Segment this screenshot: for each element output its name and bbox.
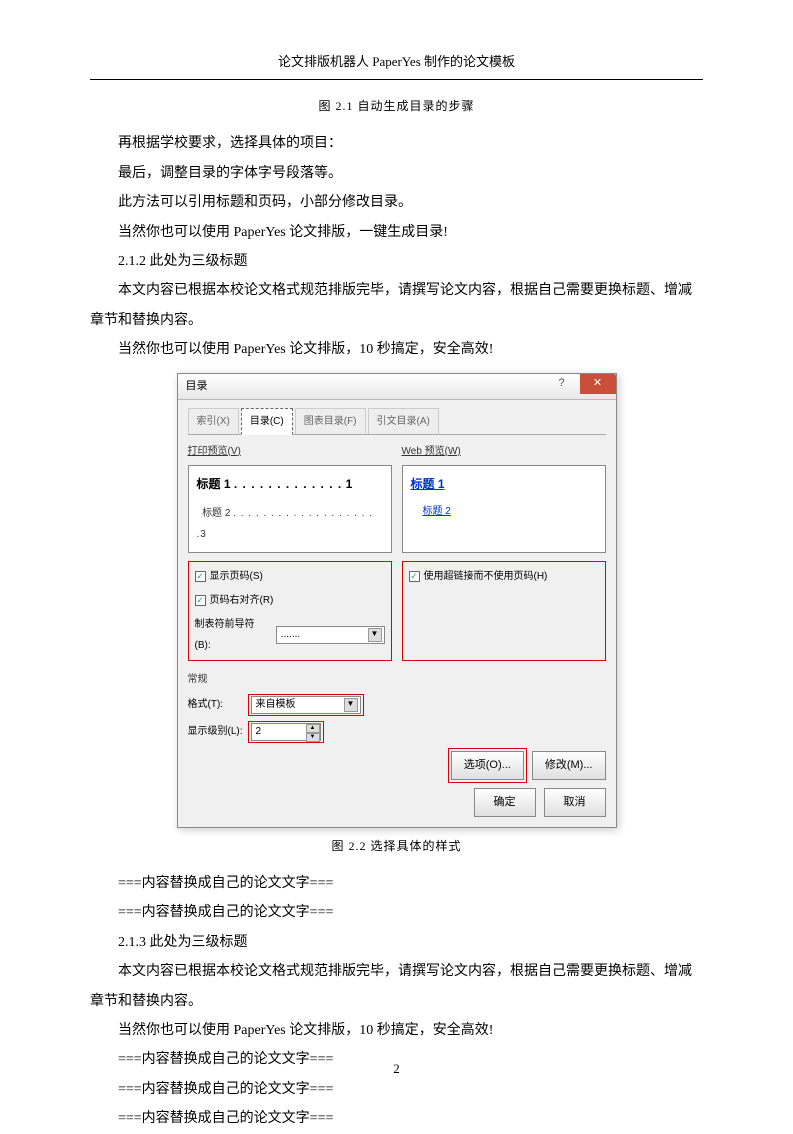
toc-dialog: 目录 ? ✕ 索引(X) 目录(C) 图表目录(F) 引文目录(A) 打印预览(… xyxy=(177,373,617,828)
levels-spinner[interactable]: 2 ▲ ▼ xyxy=(251,723,321,741)
ok-cancel-row: 确定 取消 xyxy=(188,788,606,817)
dialog-screenshot: 目录 ? ✕ 索引(X) 目录(C) 图表目录(F) 引文目录(A) 打印预览(… xyxy=(90,373,703,828)
general-section-label: 常规 xyxy=(188,669,606,690)
checkbox-hyperlink[interactable]: ✓ xyxy=(409,571,420,582)
preview-h2: 标题 2 xyxy=(202,508,230,519)
dialog-body: 索引(X) 目录(C) 图表目录(F) 引文目录(A) 打印预览(V) 标题 1… xyxy=(178,400,616,827)
placeholder-text: ===内容替换成自己的论文文字=== xyxy=(90,898,703,927)
placeholder-text: ===内容替换成自己的论文文字=== xyxy=(90,1104,703,1133)
paragraph: 此方法可以引用标题和页码，小部分修改目录。 xyxy=(90,188,703,217)
hyperlink-label: 使用超链接而不使用页码(H) xyxy=(424,566,548,587)
dialog-title: 目录 xyxy=(186,375,208,398)
checkbox-right-align[interactable]: ✓ xyxy=(195,595,206,606)
tab-citations[interactable]: 引文目录(A) xyxy=(368,408,439,434)
spin-up-icon[interactable]: ▲ xyxy=(306,724,320,733)
levels-label: 显示级别(L): xyxy=(188,721,248,742)
paragraph: 当然你也可以使用 PaperYes 论文排版，一键生成目录! xyxy=(90,218,703,247)
heading-2-1-3: 2.1.3 此处为三级标题 xyxy=(90,928,703,957)
web-h2-link[interactable]: 标题 2 xyxy=(423,501,597,522)
leader-row: 制表符前导符(B): ....... ▼ xyxy=(195,614,385,656)
leader-value: ....... xyxy=(281,624,300,645)
tab-figures[interactable]: 图表目录(F) xyxy=(295,408,366,434)
tabs: 索引(X) 目录(C) 图表目录(F) 引文目录(A) xyxy=(188,408,606,435)
paragraph: 最后，调整目录的字体字号段落等。 xyxy=(90,159,703,188)
checkbox-show-page[interactable]: ✓ xyxy=(195,571,206,582)
spinner-buttons: ▲ ▼ xyxy=(306,724,320,740)
page-header: 论文排版机器人 PaperYes 制作的论文模板 xyxy=(90,48,703,80)
checkbox-section: ✓ 显示页码(S) ✓ 页码右对齐(R) 制表符前导符(B): ....... … xyxy=(188,561,606,661)
placeholder-text: ===内容替换成自己的论文文字=== xyxy=(90,869,703,898)
page-number: 2 xyxy=(0,1055,793,1082)
paragraph: 当然你也可以使用 PaperYes 论文排版，10 秒搞定，安全高效! xyxy=(90,335,703,364)
hyperlink-row: ✓ 使用超链接而不使用页码(H) xyxy=(409,566,599,587)
close-icon[interactable]: ✕ xyxy=(580,374,616,394)
show-page-label: 显示页码(S) xyxy=(210,566,263,587)
web-preview-box: 标题 1 标题 2 xyxy=(402,465,606,553)
format-row: 格式(T): 来自模板 ▼ xyxy=(188,694,606,716)
options-button[interactable]: 选项(O)... xyxy=(451,751,524,780)
right-options-box: ✓ 使用超链接而不使用页码(H) xyxy=(402,561,606,661)
preview-row: 打印预览(V) 标题 1 . . . . . . . . . . . . . 1… xyxy=(188,441,606,553)
help-icon[interactable]: ? xyxy=(544,374,580,394)
web-preview-label: Web 预览(W) xyxy=(402,441,606,462)
figure-2-2-caption: 图 2.2 选择具体的样式 xyxy=(90,834,703,859)
format-dropdown[interactable]: 来自模板 ▼ xyxy=(251,696,361,714)
spin-down-icon[interactable]: ▼ xyxy=(306,733,320,742)
tab-toc[interactable]: 目录(C) xyxy=(241,408,293,435)
preview-h1-page: 1 xyxy=(346,477,353,491)
levels-row: 显示级别(L): 2 ▲ ▼ xyxy=(188,721,606,743)
right-align-label: 页码右对齐(R) xyxy=(210,590,274,611)
leader-dropdown[interactable]: ....... ▼ xyxy=(276,626,385,644)
web-preview-col: Web 预览(W) 标题 1 标题 2 xyxy=(402,441,606,553)
print-preview-box: 标题 1 . . . . . . . . . . . . . 1 标题 2 . … xyxy=(188,465,392,553)
paragraph: 本文内容已根据本校论文格式规范排版完毕，请撰写论文内容，根据自己需要更换标题、增… xyxy=(90,957,703,1016)
tab-index[interactable]: 索引(X) xyxy=(188,408,239,434)
chevron-down-icon: ▼ xyxy=(368,628,382,642)
window-buttons: ? ✕ xyxy=(544,374,616,399)
dialog-titlebar: 目录 ? ✕ xyxy=(178,374,616,400)
leader-label: 制表符前导符(B): xyxy=(195,614,270,656)
levels-value: 2 xyxy=(256,721,262,742)
left-options-box: ✓ 显示页码(S) ✓ 页码右对齐(R) 制表符前导符(B): ....... … xyxy=(188,561,392,661)
print-preview-label: 打印预览(V) xyxy=(188,441,392,462)
preview-h2-page: 3 xyxy=(200,529,206,540)
print-preview-col: 打印预览(V) 标题 1 . . . . . . . . . . . . . 1… xyxy=(188,441,392,553)
format-value: 来自模板 xyxy=(256,694,296,715)
paragraph: 当然你也可以使用 PaperYes 论文排版，10 秒搞定，安全高效! xyxy=(90,1016,703,1045)
modify-button[interactable]: 修改(M)... xyxy=(532,751,606,780)
show-page-number-row: ✓ 显示页码(S) xyxy=(195,566,385,587)
ok-button[interactable]: 确定 xyxy=(474,788,536,817)
preview-h1: 标题 1 xyxy=(197,477,231,491)
cancel-button[interactable]: 取消 xyxy=(544,788,606,817)
web-h1-link[interactable]: 标题 1 xyxy=(411,477,445,491)
paragraph: 本文内容已根据本校论文格式规范排版完毕，请撰写论文内容，根据自己需要更换标题、增… xyxy=(90,276,703,335)
options-button-row: 选项(O)... 修改(M)... xyxy=(188,751,606,780)
heading-2-1-2: 2.1.2 此处为三级标题 xyxy=(90,247,703,276)
paragraph: 再根据学校要求，选择具体的项目： xyxy=(90,129,703,158)
chevron-down-icon: ▼ xyxy=(344,698,358,712)
right-align-row: ✓ 页码右对齐(R) xyxy=(195,590,385,611)
format-label: 格式(T): xyxy=(188,694,248,715)
figure-2-1-caption: 图 2.1 自动生成目录的步骤 xyxy=(90,94,703,119)
